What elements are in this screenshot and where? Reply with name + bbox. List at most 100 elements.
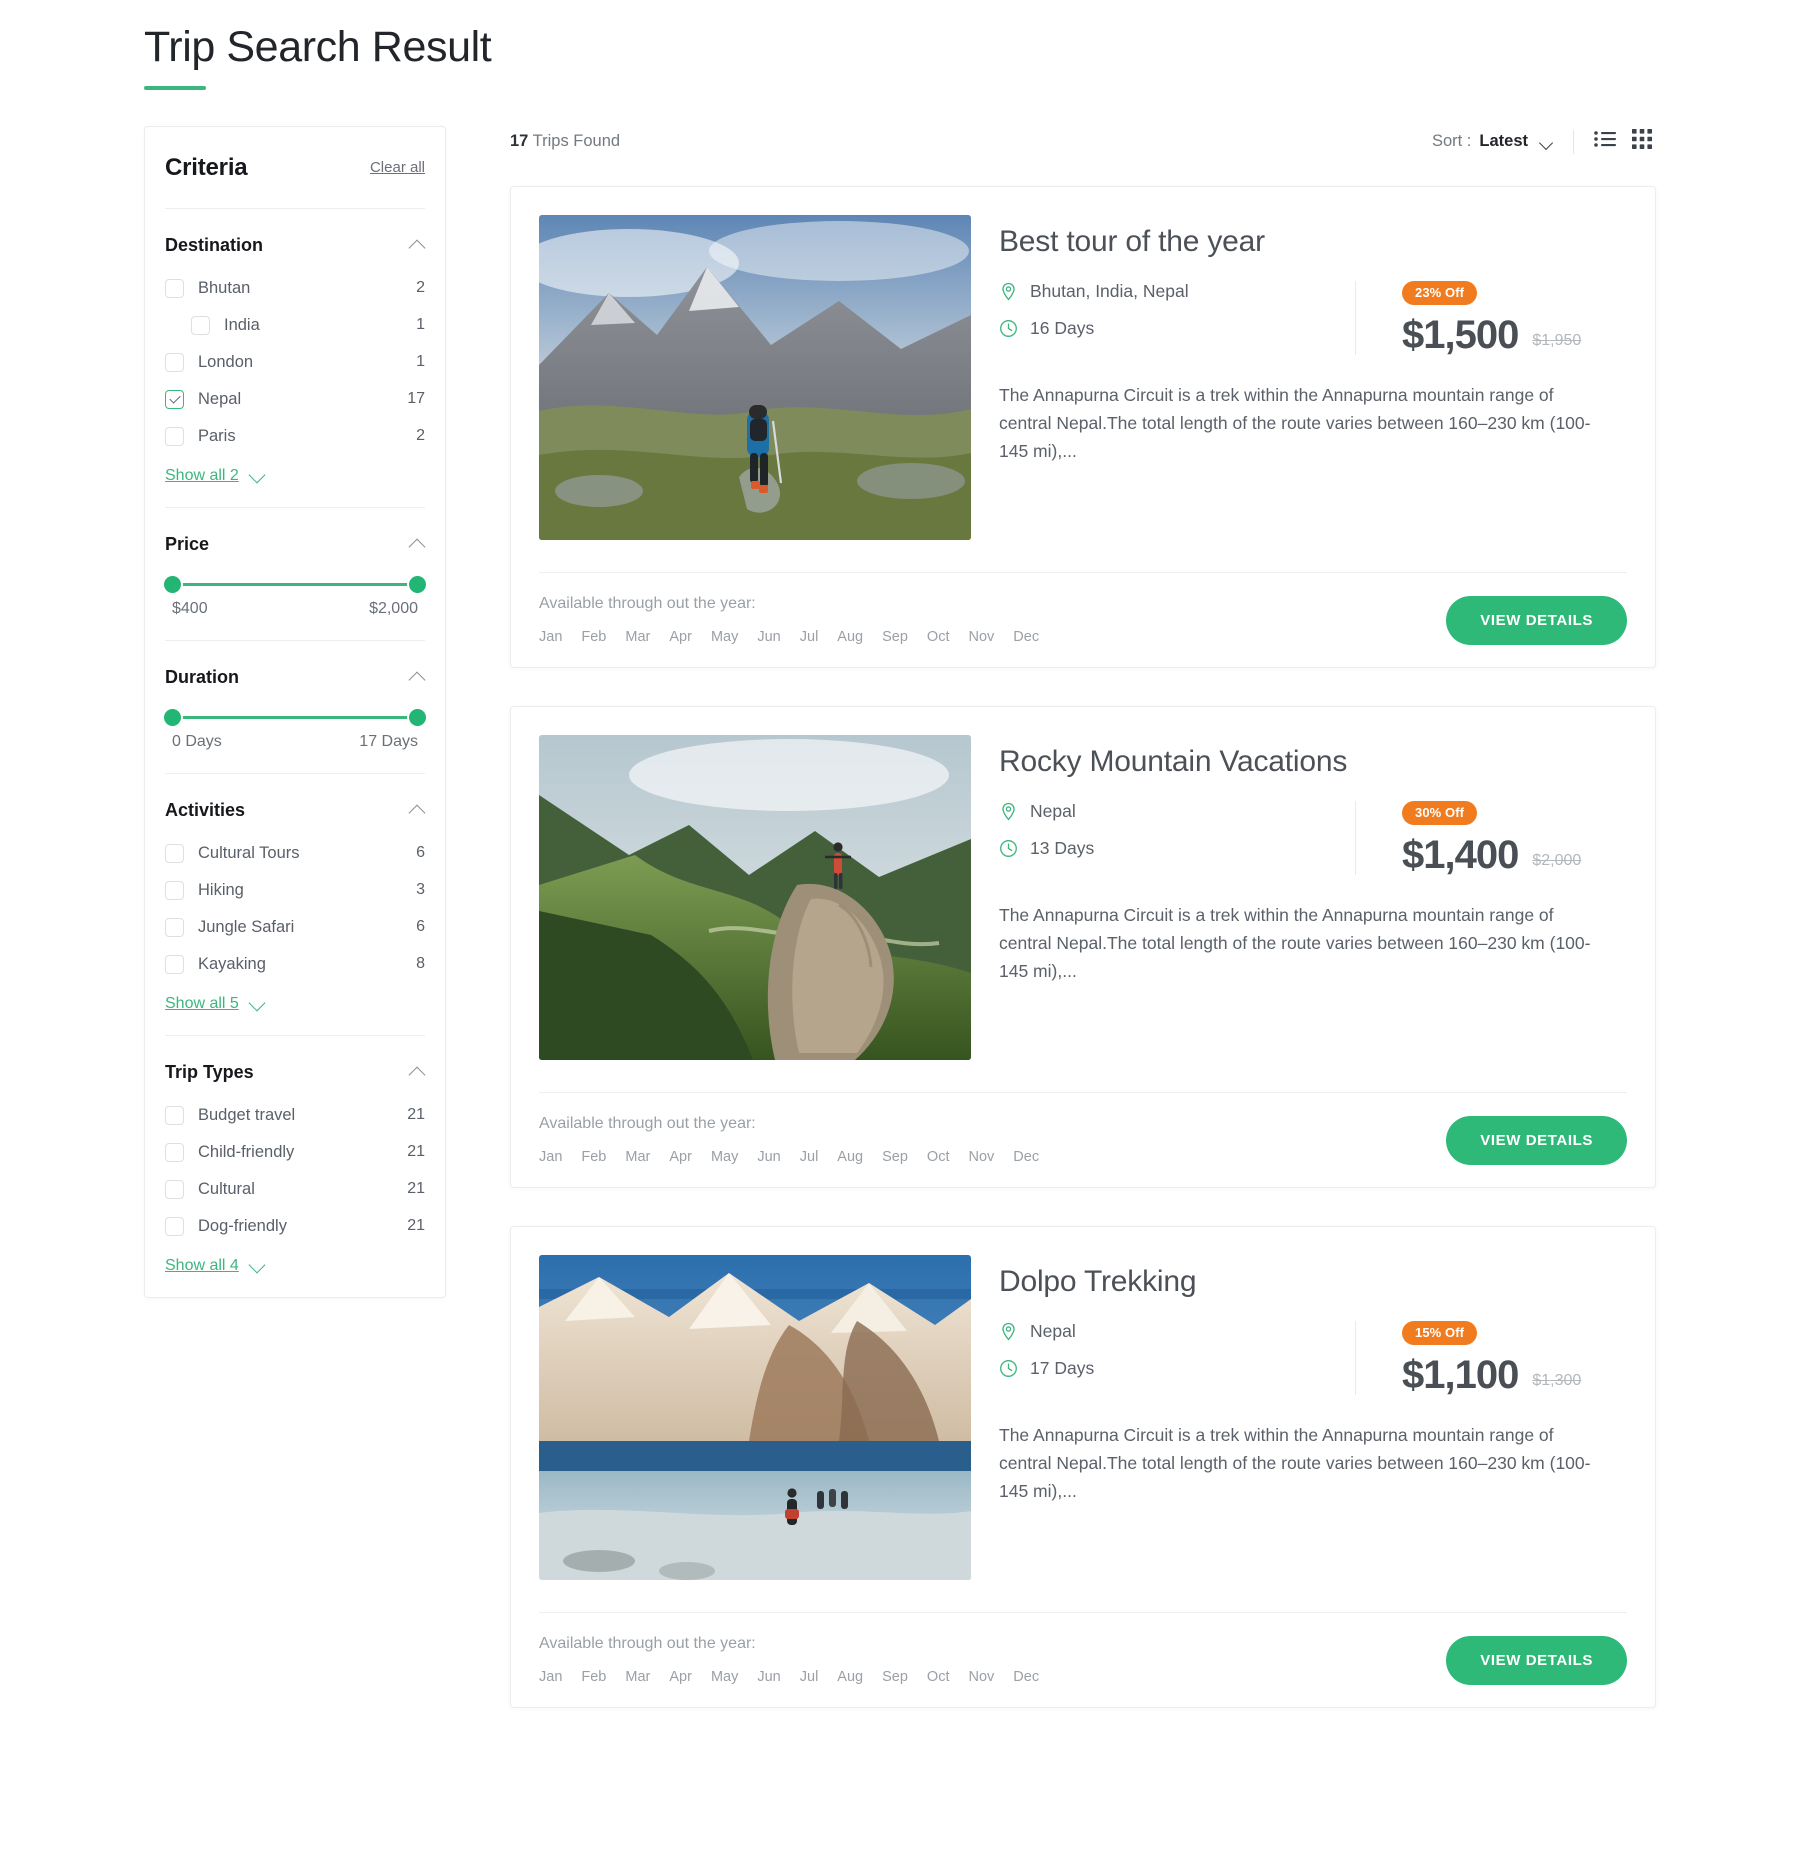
filter-option[interactable]: Budget travel 21 [165, 1097, 425, 1134]
slider-handle-max[interactable] [409, 575, 426, 593]
month-chip[interactable]: Apr [669, 629, 692, 645]
month-chip[interactable]: Aug [837, 1669, 863, 1685]
month-chip[interactable]: Jul [800, 1149, 819, 1165]
filter-option[interactable]: Dog-friendly 21 [165, 1208, 425, 1245]
month-chip[interactable]: Dec [1013, 1149, 1039, 1165]
checkbox-icon[interactable] [165, 880, 184, 900]
clear-all-link[interactable]: Clear all [370, 159, 425, 176]
month-chip[interactable]: Sep [882, 1149, 908, 1165]
checkbox-icon[interactable] [165, 954, 184, 974]
filter-option[interactable]: London 1 [165, 344, 425, 381]
month-chip[interactable]: May [711, 1149, 738, 1165]
month-chip[interactable]: Sep [882, 1669, 908, 1685]
trip-thumbnail[interactable] [539, 214, 971, 540]
checkbox-icon[interactable] [165, 1142, 184, 1162]
month-chip[interactable]: Feb [581, 629, 606, 645]
month-chip[interactable]: Aug [837, 1149, 863, 1165]
month-chip[interactable]: Dec [1013, 1669, 1039, 1685]
month-chip[interactable]: Sep [882, 629, 908, 645]
list-view-icon[interactable] [1594, 130, 1616, 153]
month-chip[interactable]: Dec [1013, 629, 1039, 645]
month-chip[interactable]: Nov [968, 629, 994, 645]
trip-card[interactable]: Rocky Mountain Vacations Nepal 13 Days 30% … [510, 705, 1656, 1188]
range-slider-price[interactable]: $400 $2,000 [164, 569, 426, 618]
chevron-up-icon[interactable] [409, 1064, 425, 1080]
facet-header-price[interactable]: Price [165, 534, 425, 555]
month-chip[interactable]: Jan [539, 1149, 562, 1165]
view-details-button[interactable]: VIEW DETAILS [1446, 1635, 1627, 1685]
show-all-link[interactable]: Show all 4 [165, 1257, 425, 1275]
filter-option[interactable]: Jungle Safari 6 [165, 909, 425, 946]
slider-handle-min[interactable] [164, 708, 181, 726]
trip-title[interactable]: Rocky Mountain Vacations [999, 745, 1627, 779]
filter-option[interactable]: Child-friendly 21 [165, 1134, 425, 1171]
month-chip[interactable]: Apr [669, 1149, 692, 1165]
chevron-up-icon[interactable] [409, 237, 425, 253]
slider-handle-max[interactable] [409, 708, 426, 726]
month-chip[interactable]: Jul [800, 629, 819, 645]
filter-option[interactable]: India 1 [165, 307, 425, 344]
month-chip[interactable]: Mar [625, 1149, 650, 1165]
view-details-button[interactable]: VIEW DETAILS [1446, 1115, 1627, 1165]
filter-option[interactable]: Cultural Tours 6 [165, 835, 425, 872]
checkbox-checked-icon[interactable] [165, 389, 184, 409]
filter-option[interactable]: Cultural 21 [165, 1171, 425, 1208]
checkbox-icon[interactable] [165, 1216, 184, 1236]
trip-card[interactable]: Dolpo Trekking Nepal 17 Days 15% Off $1,100 $… [510, 1225, 1656, 1708]
month-chip[interactable]: Feb [581, 1669, 606, 1685]
filter-option[interactable]: Paris 2 [165, 418, 425, 455]
month-chip[interactable]: May [711, 629, 738, 645]
view-details-button[interactable]: VIEW DETAILS [1446, 595, 1627, 645]
chevron-up-icon[interactable] [409, 669, 425, 685]
sort-dropdown[interactable]: Sort : Latest [1432, 132, 1553, 151]
show-all-link[interactable]: Show all 2 [165, 467, 425, 485]
checkbox-icon[interactable] [165, 917, 184, 937]
chevron-up-icon[interactable] [409, 536, 425, 552]
checkbox-icon[interactable] [165, 426, 184, 446]
month-chip[interactable]: Oct [927, 629, 950, 645]
slider-handle-min[interactable] [164, 575, 181, 593]
month-chip[interactable]: Jun [757, 1669, 780, 1685]
checkbox-icon[interactable] [165, 352, 184, 372]
chevron-up-icon[interactable] [409, 802, 425, 818]
month-chip[interactable]: Oct [927, 1669, 950, 1685]
facet-header-trip-types[interactable]: Trip Types [165, 1062, 425, 1083]
facet-header-destination[interactable]: Destination [165, 235, 425, 256]
month-chip[interactable]: Nov [968, 1149, 994, 1165]
trip-thumbnail[interactable] [539, 734, 971, 1060]
checkbox-icon[interactable] [165, 843, 184, 863]
month-chip[interactable]: Apr [669, 1669, 692, 1685]
month-chip[interactable]: Feb [581, 1149, 606, 1165]
slider-track[interactable] [164, 708, 426, 726]
filter-option[interactable]: Bhutan 2 [165, 270, 425, 307]
month-chip[interactable]: Oct [927, 1149, 950, 1165]
facet-header-activities[interactable]: Activities [165, 800, 425, 821]
facet-title: Trip Types [165, 1061, 254, 1082]
month-chip[interactable]: Jan [539, 629, 562, 645]
month-chip[interactable]: Jun [757, 629, 780, 645]
checkbox-icon[interactable] [165, 1105, 184, 1125]
trip-title[interactable]: Best tour of the year [999, 225, 1627, 259]
filter-option[interactable]: Kayaking 8 [165, 946, 425, 983]
trip-thumbnail[interactable] [539, 1254, 971, 1580]
checkbox-icon[interactable] [191, 315, 210, 335]
show-all-link[interactable]: Show all 5 [165, 995, 425, 1013]
month-chip[interactable]: Jun [757, 1149, 780, 1165]
filter-option[interactable]: Nepal 17 [165, 381, 425, 418]
filter-option[interactable]: Hiking 3 [165, 872, 425, 909]
month-chip[interactable]: May [711, 1669, 738, 1685]
range-slider-duration[interactable]: 0 Days 17 Days [164, 702, 426, 751]
grid-view-icon[interactable] [1632, 129, 1652, 154]
checkbox-icon[interactable] [165, 1179, 184, 1199]
month-chip[interactable]: Mar [625, 629, 650, 645]
month-chip[interactable]: Jul [800, 1669, 819, 1685]
month-chip[interactable]: Mar [625, 1669, 650, 1685]
trip-card[interactable]: Best tour of the year Bhutan, India, Nepa… [510, 185, 1656, 668]
month-chip[interactable]: Nov [968, 1669, 994, 1685]
trip-title[interactable]: Dolpo Trekking [999, 1265, 1627, 1299]
month-chip[interactable]: Jan [539, 1669, 562, 1685]
checkbox-icon[interactable] [165, 278, 184, 298]
facet-header-duration[interactable]: Duration [165, 667, 425, 688]
month-chip[interactable]: Aug [837, 629, 863, 645]
slider-track[interactable] [164, 575, 426, 593]
